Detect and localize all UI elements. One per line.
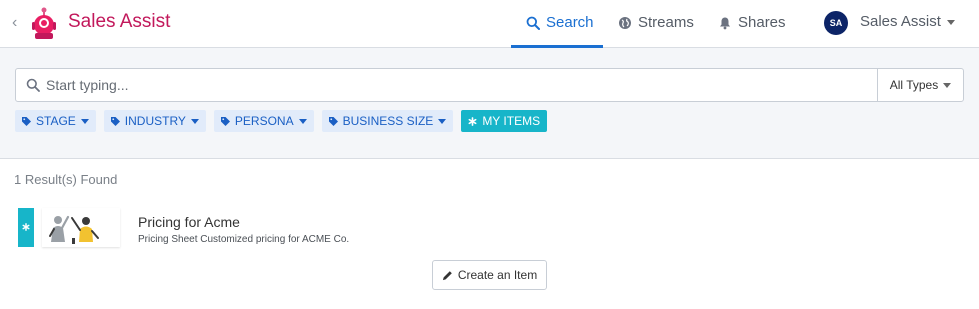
tag-icon — [22, 116, 31, 126]
result-title[interactable]: Pricing for Acme — [138, 214, 240, 230]
filter-persona[interactable]: PERSONA — [213, 110, 314, 132]
pencil-icon — [442, 270, 452, 280]
caret-down-icon — [190, 118, 199, 124]
result-item[interactable]: Pricing for Acme Pricing Sheet Customize… — [18, 208, 618, 248]
result-accent-bar — [18, 208, 34, 247]
type-select-value: All Types — [889, 78, 939, 92]
user-name-label: Sales Assist — [860, 13, 941, 30]
nav-tab-search[interactable]: Search — [526, 12, 594, 34]
create-item-label: Create an Item — [457, 268, 538, 282]
nav-tab-shares[interactable]: Shares — [718, 12, 786, 34]
search-icon — [26, 78, 40, 92]
nav-tab-search-label: Search — [546, 14, 594, 31]
filter-industry[interactable]: INDUSTRY — [103, 110, 206, 132]
user-menu[interactable]: Sales Assist — [860, 12, 955, 32]
app-title: Sales Assist — [68, 11, 171, 32]
nav-tab-streams-label: Streams — [638, 14, 694, 31]
search-box: All Types — [15, 68, 964, 102]
chevron-left-icon[interactable]: ‹ — [12, 13, 26, 33]
filter-business-size-label: BUSINESS SIZE — [342, 114, 434, 128]
search-input[interactable] — [46, 69, 876, 101]
result-thumbnail — [42, 208, 120, 247]
robot-logo-icon[interactable] — [30, 6, 58, 42]
tag-icon — [220, 116, 230, 126]
tag-icon — [328, 116, 338, 126]
type-select[interactable]: All Types — [877, 69, 963, 101]
globe-icon — [619, 17, 631, 29]
asterisk-icon — [22, 223, 30, 231]
tag-icon — [110, 116, 120, 126]
search-panel: All Types STAGE INDUSTRY PERSONA BUSINES… — [0, 48, 979, 159]
user-avatar[interactable]: SA — [824, 11, 848, 35]
caret-down-icon — [298, 118, 307, 124]
nav-tab-streams[interactable]: Streams — [618, 12, 694, 34]
result-count: 1 Result(s) Found — [14, 172, 118, 187]
filter-stage-label: STAGE — [36, 114, 76, 128]
filter-bar: STAGE INDUSTRY PERSONA BUSINESS SIZE MY … — [15, 110, 548, 132]
filter-my-items[interactable]: MY ITEMS — [461, 110, 548, 132]
caret-down-icon — [943, 82, 952, 88]
filter-industry-label: INDUSTRY — [124, 114, 186, 128]
filter-stage[interactable]: STAGE — [15, 110, 96, 132]
app-header: ‹ Sales Assist Search Streams Shares SA … — [0, 0, 979, 48]
create-item-button[interactable]: Create an Item — [432, 260, 547, 290]
nav-tab-shares-label: Shares — [738, 14, 786, 31]
bell-icon — [720, 17, 730, 30]
filter-business-size[interactable]: BUSINESS SIZE — [321, 110, 454, 132]
result-description: Pricing Sheet Customized pricing for ACM… — [138, 234, 350, 245]
search-icon — [526, 16, 540, 30]
caret-down-icon — [438, 118, 447, 124]
filter-my-items-label: MY ITEMS — [482, 114, 541, 128]
asterisk-icon — [468, 116, 477, 126]
caret-down-icon — [80, 118, 89, 124]
filter-persona-label: PERSONA — [234, 114, 294, 128]
caret-down-icon — [946, 19, 955, 25]
